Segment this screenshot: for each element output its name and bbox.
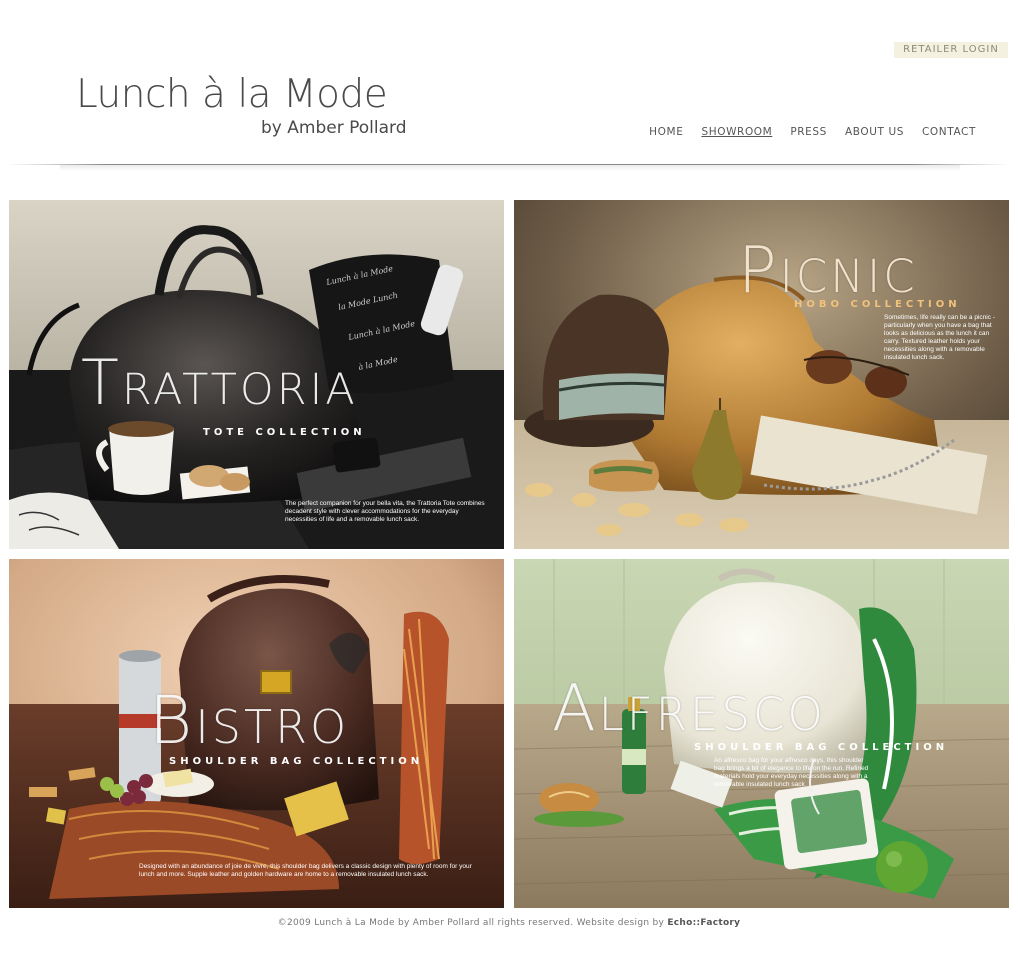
collection-subtitle: TOTE COLLECTION	[203, 427, 366, 438]
collection-tile-alfresco[interactable]: Alfresco SHOULDER BAG COLLECTION An alfr…	[514, 559, 1009, 908]
nav-about-us[interactable]: ABOUT US	[845, 126, 904, 138]
logo-title: Lunch à la Mode	[76, 72, 388, 117]
collection-tile-trattoria[interactable]: Lunch à la Mode la Mode Lunch Lunch à la…	[9, 200, 504, 549]
retailer-login-button[interactable]: RETAILER LOGIN	[894, 42, 1008, 58]
footer-credit-link[interactable]: Echo::Factory	[667, 918, 740, 928]
main-nav: HOME SHOWROOM PRESS ABOUT US CONTACT	[649, 126, 976, 138]
logo-subtitle: by Amber Pollard	[261, 118, 407, 138]
collection-tile-bistro[interactable]: Bistro SHOULDER BAG COLLECTION Designed …	[9, 559, 504, 908]
collection-title: Bistro	[149, 682, 350, 759]
nav-showroom[interactable]: SHOWROOM	[701, 126, 772, 138]
collection-title: Trattoria	[81, 346, 358, 419]
collection-subtitle: HOBO COLLECTION	[794, 299, 961, 310]
nav-press[interactable]: PRESS	[790, 126, 827, 138]
nav-contact[interactable]: CONTACT	[922, 126, 976, 138]
collection-description: Sometimes, life really can be a picnic -…	[884, 314, 995, 361]
collection-description: The perfect companion for your bella vit…	[285, 500, 485, 523]
footer: ©2009 Lunch à La Mode by Amber Pollard a…	[0, 918, 1018, 928]
site-logo[interactable]: Lunch à la Mode by Amber Pollard	[76, 72, 406, 139]
footer-copyright: ©2009 Lunch à La Mode by Amber Pollard a…	[277, 918, 665, 928]
nav-home[interactable]: HOME	[649, 126, 683, 138]
collection-subtitle: SHOULDER BAG COLLECTION	[694, 742, 949, 753]
header-divider-shadow	[60, 165, 960, 171]
collection-title: Alfresco	[552, 672, 826, 746]
collection-description: An alfresco bag for your alfresco days, …	[714, 757, 869, 788]
collection-title: Picnic	[738, 234, 918, 308]
collection-description: Designed with an abundance of joie de vi…	[139, 863, 472, 878]
collection-tile-picnic[interactable]: Picnic HOBO COLLECTION Sometimes, life r…	[514, 200, 1009, 549]
collection-subtitle: SHOULDER BAG COLLECTION	[169, 756, 424, 767]
